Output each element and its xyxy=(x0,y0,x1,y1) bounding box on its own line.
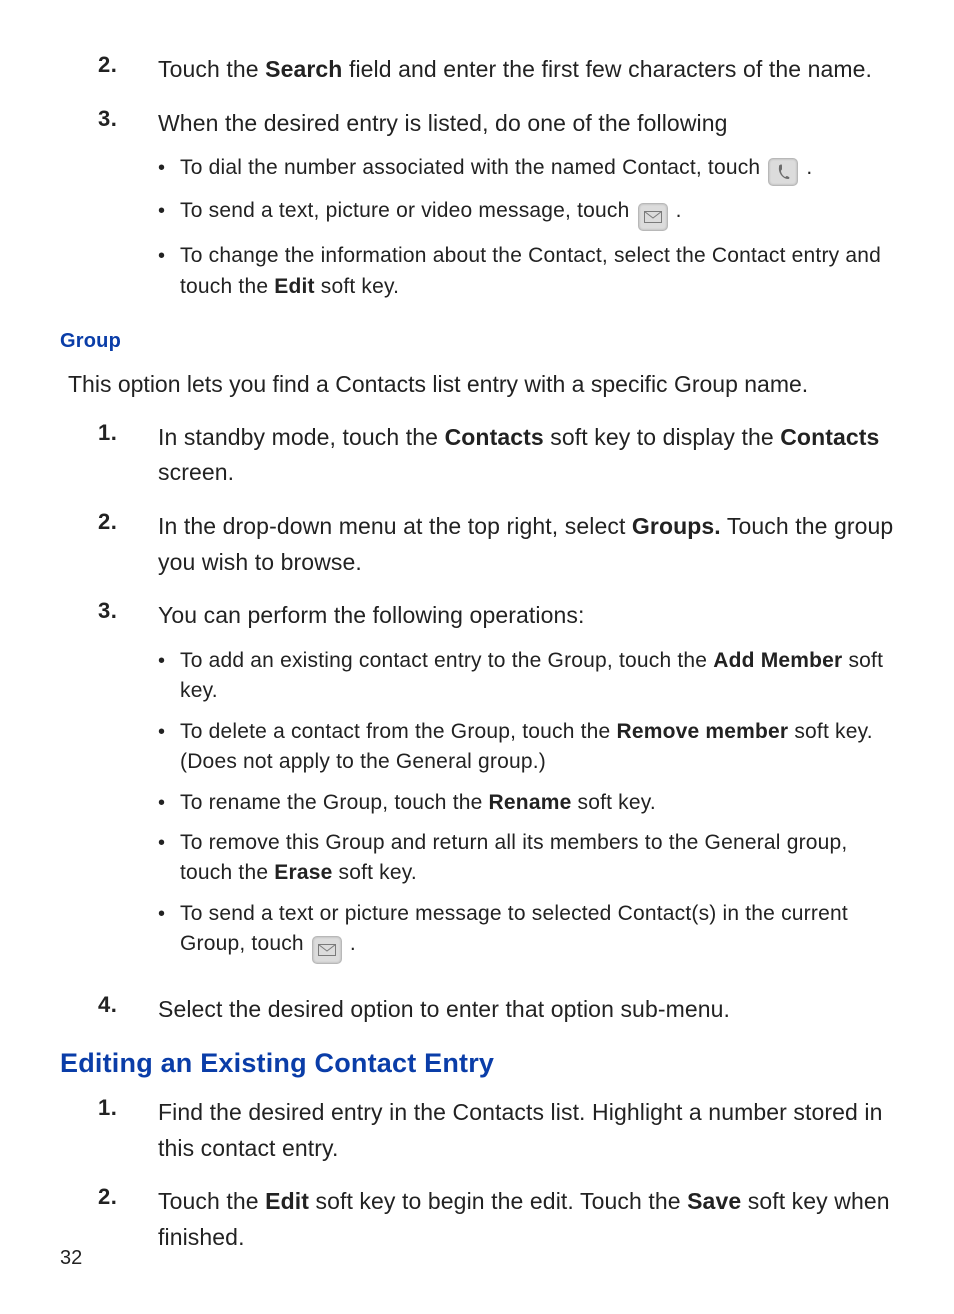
bullet-dot: • xyxy=(158,196,180,231)
bullet-text: To change the information about the Cont… xyxy=(180,241,894,302)
list-body: Find the desired entry in the Contacts l… xyxy=(158,1095,894,1166)
bullet-text: To dial the number associated with the n… xyxy=(180,153,894,186)
text: soft key to display the xyxy=(544,424,780,450)
list-item: 1. Find the desired entry in the Contact… xyxy=(78,1095,894,1166)
bullet-dot: • xyxy=(158,788,180,818)
list-number: 1. xyxy=(78,1095,158,1166)
text: soft key to begin the edit. Touch the xyxy=(309,1188,687,1214)
text: soft key. xyxy=(571,791,655,814)
list-item: 2. In the drop-down menu at the top righ… xyxy=(78,509,894,580)
text: . xyxy=(806,156,812,179)
paragraph: This option lets you find a Contacts lis… xyxy=(68,367,894,402)
bullet-item: • To send a text or picture message to s… xyxy=(158,899,894,964)
bullet-dot: • xyxy=(158,153,180,186)
text: You can perform the following operations… xyxy=(158,602,584,628)
list-number: 1. xyxy=(78,420,158,491)
list-item: 4. Select the desired option to enter th… xyxy=(78,992,894,1028)
list-body: You can perform the following operations… xyxy=(158,598,894,974)
text: To send a text, picture or video message… xyxy=(180,199,636,222)
text: Select the desired option to enter that … xyxy=(158,996,730,1022)
bullet-text: To remove this Group and return all its … xyxy=(180,828,894,889)
bold-text: Rename xyxy=(489,791,572,814)
list-item: 3. You can perform the following operati… xyxy=(78,598,894,974)
text: To rename the Group, touch the xyxy=(180,791,489,814)
text: . xyxy=(350,932,356,955)
bullet-item: • To send a text, picture or video messa… xyxy=(158,196,894,231)
text: Touch the xyxy=(158,56,265,82)
list-body: Touch the Search field and enter the fir… xyxy=(158,52,894,88)
text: In standby mode, touch the xyxy=(158,424,445,450)
bullet-text: To delete a contact from the Group, touc… xyxy=(180,717,894,778)
text: . xyxy=(676,199,682,222)
text: When the desired entry is listed, do one… xyxy=(158,110,728,136)
bullet-item: • To add an existing contact entry to th… xyxy=(158,646,894,707)
subheading-group: Group xyxy=(60,330,894,353)
bold-text: Add Member xyxy=(713,649,842,672)
text: To delete a contact from the Group, touc… xyxy=(180,720,616,743)
bullet-list: • To dial the number associated with the… xyxy=(158,153,894,302)
bullet-item: • To delete a contact from the Group, to… xyxy=(158,717,894,778)
bold-text: Edit xyxy=(265,1188,309,1214)
list-item-3: 3. When the desired entry is listed, do … xyxy=(78,106,894,313)
list-number: 2. xyxy=(78,509,158,580)
bold-text: Erase xyxy=(274,861,332,884)
bullet-dot: • xyxy=(158,241,180,302)
list-body: When the desired entry is listed, do one… xyxy=(158,106,894,313)
bullet-item: • To remove this Group and return all it… xyxy=(158,828,894,889)
bullet-text: To send a text, picture or video message… xyxy=(180,196,894,231)
bold-text: Search xyxy=(265,56,342,82)
bullet-text: To rename the Group, touch the Rename so… xyxy=(180,788,894,818)
list-body: Select the desired option to enter that … xyxy=(158,992,894,1028)
text: screen. xyxy=(158,459,234,485)
bold-text: Contacts xyxy=(445,424,544,450)
bold-text: Contacts xyxy=(780,424,879,450)
bullet-item: • To dial the number associated with the… xyxy=(158,153,894,186)
page-number: 32 xyxy=(60,1247,82,1270)
text: soft key. xyxy=(332,861,416,884)
phone-icon xyxy=(768,158,798,186)
text: In the drop-down menu at the top right, … xyxy=(158,513,632,539)
bullet-list: • To add an existing contact entry to th… xyxy=(158,646,894,965)
text: soft key. xyxy=(315,275,399,298)
bold-text: Edit xyxy=(274,275,314,298)
bullet-text: To add an existing contact entry to the … xyxy=(180,646,894,707)
list-body: In the drop-down menu at the top right, … xyxy=(158,509,894,580)
bold-text: Groups. xyxy=(632,513,721,539)
text: Touch the xyxy=(158,1188,265,1214)
bullet-dot: • xyxy=(158,828,180,889)
envelope-icon xyxy=(638,203,668,231)
text: To send a text or picture message to sel… xyxy=(180,902,848,955)
bullet-dot: • xyxy=(158,899,180,964)
bullet-dot: • xyxy=(158,646,180,707)
list-number: 2. xyxy=(78,1184,158,1255)
bullet-item: • To change the information about the Co… xyxy=(158,241,894,302)
list-body: In standby mode, touch the Contacts soft… xyxy=(158,420,894,491)
text: To add an existing contact entry to the … xyxy=(180,649,713,672)
text: To dial the number associated with the n… xyxy=(180,156,766,179)
bullet-dot: • xyxy=(158,717,180,778)
bold-text: Remove member xyxy=(616,720,788,743)
list-number: 3. xyxy=(78,598,158,974)
envelope-icon xyxy=(312,936,342,964)
section-heading-editing-contact: Editing an Existing Contact Entry xyxy=(60,1048,894,1079)
list-number: 4. xyxy=(78,992,158,1028)
list-number: 3. xyxy=(78,106,158,313)
text: Find the desired entry in the Contacts l… xyxy=(158,1099,883,1161)
bold-text: Save xyxy=(687,1188,741,1214)
list-body: Touch the Edit soft key to begin the edi… xyxy=(158,1184,894,1255)
list-item: 2. Touch the Edit soft key to begin the … xyxy=(78,1184,894,1255)
list-number: 2. xyxy=(78,52,158,88)
list-item: 1. In standby mode, touch the Contacts s… xyxy=(78,420,894,491)
bullet-text: To send a text or picture message to sel… xyxy=(180,899,894,964)
bullet-item: • To rename the Group, touch the Rename … xyxy=(158,788,894,818)
text: field and enter the first few characters… xyxy=(342,56,872,82)
list-item-2: 2. Touch the Search field and enter the … xyxy=(78,52,894,88)
